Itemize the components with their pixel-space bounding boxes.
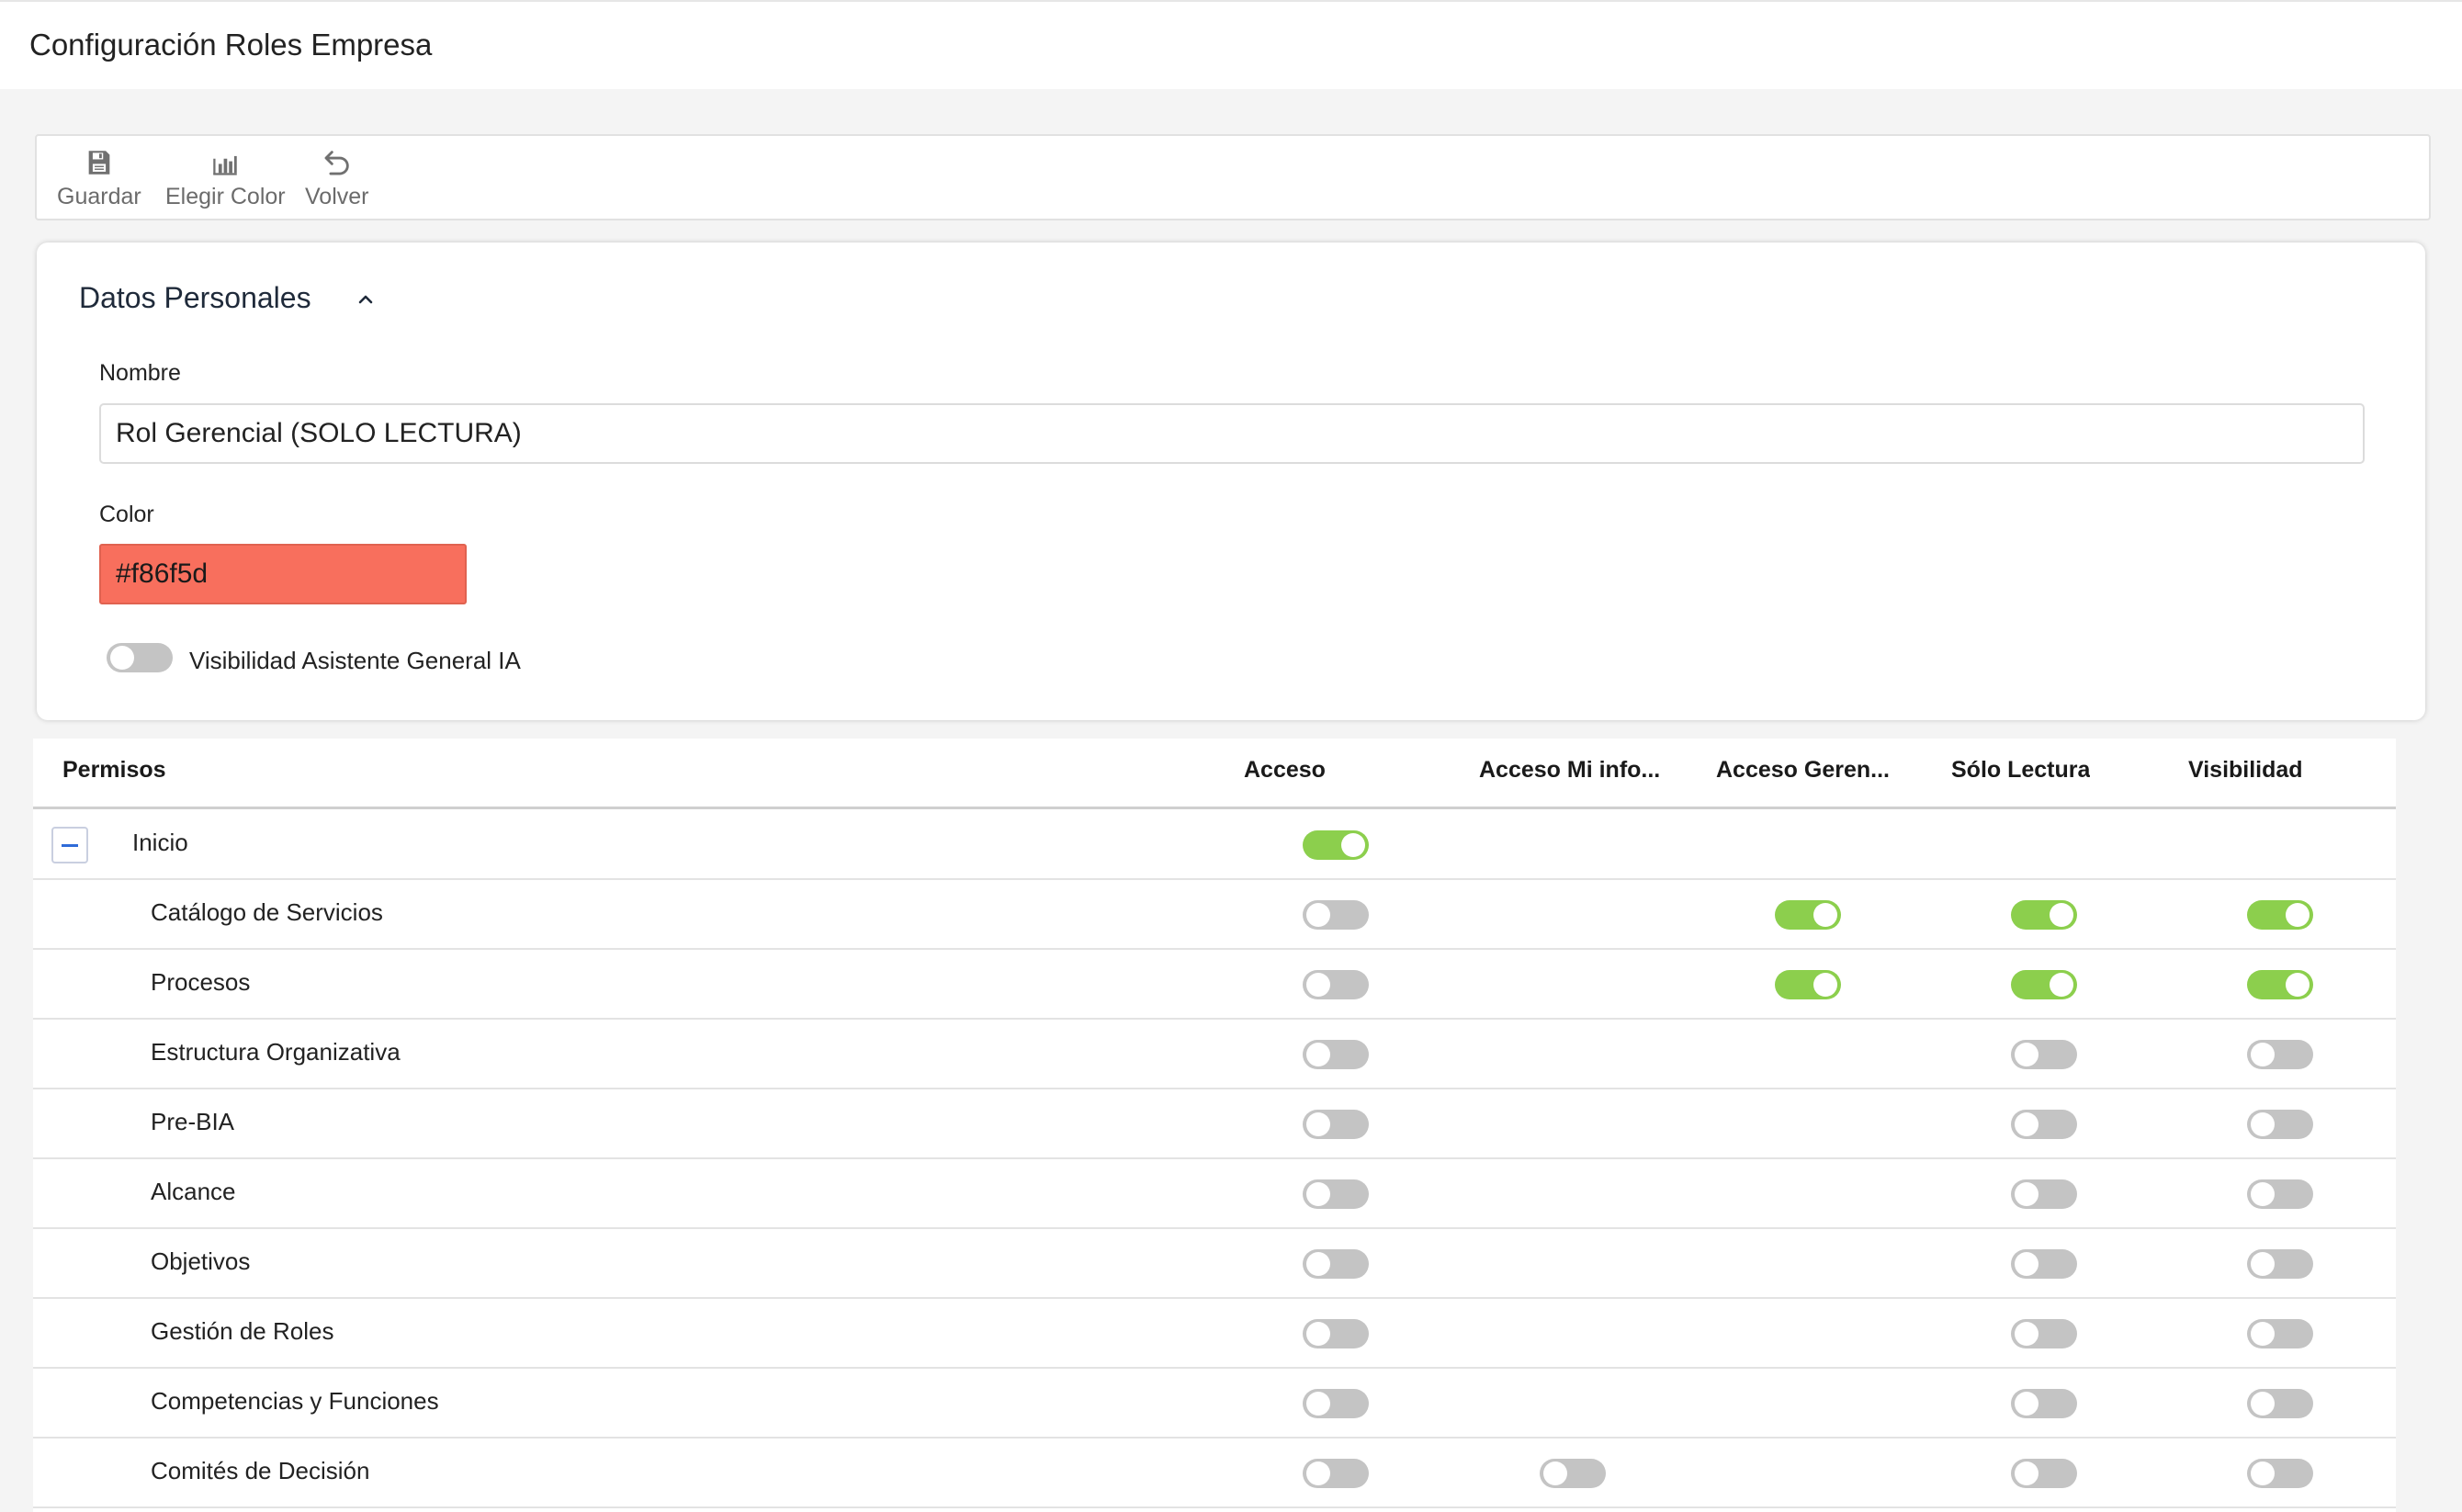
collapse-minus-icon[interactable] <box>51 827 88 863</box>
acceso-gerencial-toggle[interactable] <box>1775 900 1841 930</box>
color-input[interactable] <box>99 544 467 604</box>
visibilidad-toggle[interactable] <box>2247 1040 2313 1069</box>
acceso-toggle[interactable] <box>1303 1249 1369 1279</box>
solo-lectura-toggle[interactable] <box>2011 1110 2077 1139</box>
page-title: Configuración Roles Empresa <box>29 28 433 62</box>
chevron-up-icon[interactable] <box>355 288 377 310</box>
save-button-label: Guardar <box>57 184 141 209</box>
ia-visibility-label: Visibilidad Asistente General IA <box>189 647 521 674</box>
solo-lectura-toggle[interactable] <box>2011 1249 2077 1279</box>
header-acceso: Acceso <box>1244 757 1326 783</box>
solo-lectura-toggle[interactable] <box>2011 1319 2077 1348</box>
table-row: Estructura Organizativa <box>33 1020 2396 1089</box>
row-label: Catálogo de Servicios <box>151 898 383 926</box>
header-visibilidad: Visibilidad <box>2188 757 2303 783</box>
visibilidad-toggle[interactable] <box>2247 1249 2313 1279</box>
visibilidad-toggle[interactable] <box>2247 1459 2313 1488</box>
header-acceso-mi-info: Acceso Mi info... <box>1479 757 1661 783</box>
acceso-mi-info-toggle[interactable] <box>1540 1459 1606 1488</box>
row-label: Procesos <box>151 968 251 996</box>
acceso-toggle[interactable] <box>1303 1389 1369 1418</box>
table-row: Procesos <box>33 950 2396 1020</box>
header-acceso-gerencial: Acceso Geren... <box>1716 757 1890 783</box>
solo-lectura-toggle[interactable] <box>2011 1040 2077 1069</box>
visibilidad-toggle[interactable] <box>2247 1179 2313 1209</box>
undo-icon <box>324 151 349 175</box>
choose-color-button-label: Elegir Color <box>165 184 286 209</box>
row-label: Gestión de Roles <box>151 1317 334 1345</box>
back-button-label: Volver <box>305 184 369 209</box>
toolbar: Guardar Elegir Color Volver <box>35 134 2431 220</box>
row-label: Inicio <box>132 829 188 856</box>
solo-lectura-toggle[interactable] <box>2011 1459 2077 1488</box>
table-row: Gestión de Roles <box>33 1299 2396 1369</box>
solo-lectura-toggle[interactable] <box>2011 970 2077 999</box>
row-label: Alcance <box>151 1178 236 1205</box>
color-label: Color <box>99 502 154 527</box>
bar-chart-icon <box>213 155 238 175</box>
solo-lectura-toggle[interactable] <box>2011 900 2077 930</box>
acceso-toggle[interactable] <box>1303 970 1369 999</box>
acceso-toggle[interactable] <box>1303 1179 1369 1209</box>
visibilidad-toggle[interactable] <box>2247 900 2313 930</box>
acceso-toggle[interactable] <box>1303 900 1369 930</box>
table-row: Comités de Decisión <box>33 1439 2396 1508</box>
header-permisos: Permisos <box>62 757 166 783</box>
row-label: Pre-BIA <box>151 1108 235 1135</box>
row-label: Estructura Organizativa <box>151 1038 401 1066</box>
acceso-toggle[interactable] <box>1303 1110 1369 1139</box>
row-label: Competencias y Funciones <box>151 1387 439 1415</box>
solo-lectura-toggle[interactable] <box>2011 1389 2077 1418</box>
header-solo-lectura: Sólo Lectura <box>1951 757 2091 783</box>
acceso-toggle[interactable] <box>1303 1319 1369 1348</box>
row-label: Objetivos <box>151 1247 251 1275</box>
back-button[interactable]: Volver <box>305 143 368 215</box>
save-button[interactable]: Guardar <box>57 143 141 215</box>
table-row-parent: Inicio <box>33 810 2396 880</box>
personal-data-card: Datos Personales Nombre Color Visibilida… <box>37 243 2425 720</box>
ia-visibility-toggle[interactable] <box>107 643 173 672</box>
card-title: Datos Personales <box>79 281 311 314</box>
acceso-toggle[interactable] <box>1303 830 1369 860</box>
name-label: Nombre <box>99 360 181 386</box>
acceso-toggle[interactable] <box>1303 1040 1369 1069</box>
table-row: Competencias y Funciones <box>33 1369 2396 1439</box>
acceso-gerencial-toggle[interactable] <box>1775 970 1841 999</box>
solo-lectura-toggle[interactable] <box>2011 1179 2077 1209</box>
name-input[interactable] <box>99 403 2365 464</box>
permissions-table: Permisos Acceso Acceso Mi info... Acceso… <box>33 739 2396 1512</box>
table-row: Catálogo de Servicios <box>33 880 2396 950</box>
acceso-toggle[interactable] <box>1303 1459 1369 1488</box>
table-row: Alcance <box>33 1159 2396 1229</box>
row-label: Comités de Decisión <box>151 1457 370 1484</box>
save-icon <box>88 151 110 175</box>
visibilidad-toggle[interactable] <box>2247 970 2313 999</box>
header-divider <box>33 807 2396 809</box>
table-row: Objetivos <box>33 1229 2396 1299</box>
visibilidad-toggle[interactable] <box>2247 1319 2313 1348</box>
visibilidad-toggle[interactable] <box>2247 1389 2313 1418</box>
table-row: Pre-BIA <box>33 1089 2396 1159</box>
choose-color-button[interactable]: Elegir Color <box>165 143 286 215</box>
visibilidad-toggle[interactable] <box>2247 1110 2313 1139</box>
page-header: Configuración Roles Empresa <box>0 0 2462 89</box>
